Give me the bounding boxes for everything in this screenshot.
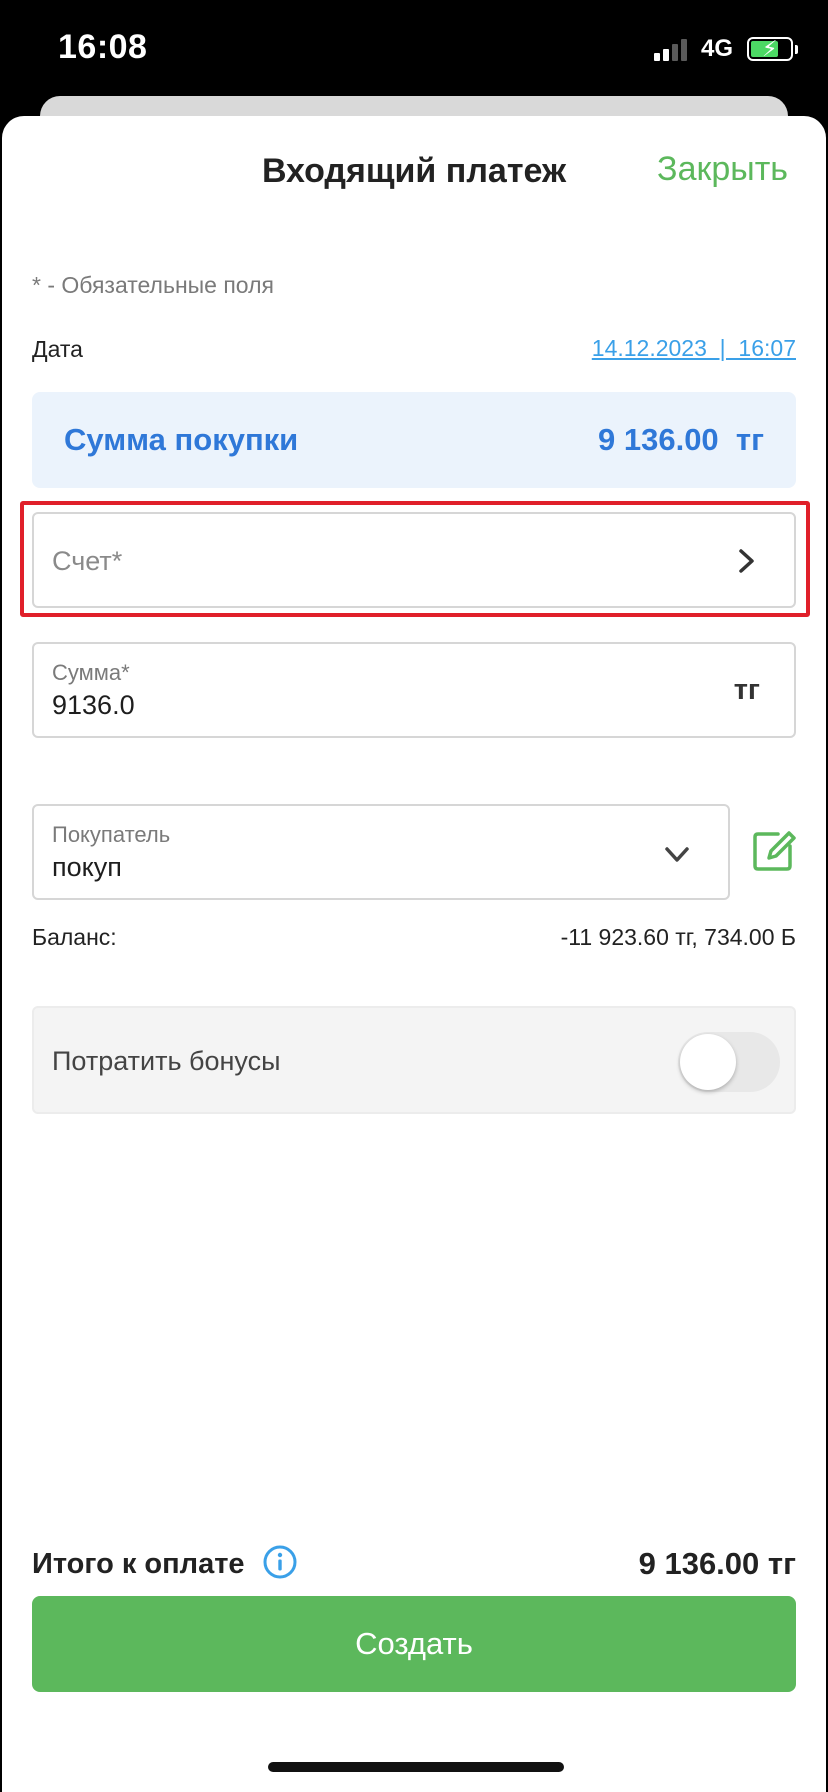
date-picker-link[interactable]: 14.12.2023 | 16:07 — [592, 335, 796, 362]
buyer-dropdown[interactable]: Покупатель покуп — [32, 804, 730, 900]
purchase-sum-label: Сумма покупки — [64, 422, 299, 457]
signal-icon — [653, 37, 687, 61]
status-icons: 4G ⚡ — [653, 34, 798, 64]
edit-buyer-icon[interactable] — [750, 826, 798, 874]
battery-charging-icon: ⚡ — [747, 36, 793, 61]
amount-value: 9136.0 — [52, 690, 135, 720]
amount-label: Сумма* — [52, 660, 130, 685]
chevron-right-icon — [739, 549, 754, 573]
account-selector[interactable]: Счет* — [32, 512, 796, 608]
balance-label: Баланс: — [32, 924, 117, 950]
create-button[interactable]: Создать — [32, 1596, 796, 1692]
date-label: Дата — [32, 336, 83, 362]
total-value: 9 136.00 тг — [638, 1546, 796, 1581]
balance-value: -11 923.60 тг, 734.00 Б — [560, 924, 796, 950]
purchase-sum-panel: Сумма покупки 9 136.00 тг — [32, 392, 796, 488]
close-button[interactable]: Закрыть — [657, 150, 788, 189]
required-fields-note: * - Обязательные поля — [32, 272, 274, 298]
spend-bonuses-label: Потратить бонусы — [52, 1046, 281, 1076]
amount-currency: тг — [733, 674, 760, 706]
info-icon[interactable] — [262, 1544, 298, 1580]
spend-bonuses-toggle[interactable] — [678, 1032, 780, 1092]
spend-bonuses-row: Потратить бонусы — [32, 1006, 796, 1114]
buyer-label: Покупатель — [52, 822, 171, 847]
purchase-sum-value: 9 136.00 тг — [598, 422, 764, 457]
buyer-value: покуп — [52, 852, 122, 882]
total-label: Итого к оплате — [32, 1548, 245, 1580]
amount-field[interactable]: Сумма* 9136.0 тг — [32, 642, 796, 738]
status-time: 16:08 — [58, 28, 148, 66]
account-placeholder: Счет* — [52, 546, 123, 576]
network-type: 4G — [700, 35, 733, 62]
status-bar: 16:08 4G ⚡ — [0, 0, 828, 100]
home-indicator[interactable] — [268, 1762, 564, 1772]
incoming-payment-sheet: Входящий платеж Закрыть * - Обязательные… — [2, 116, 826, 1792]
chevron-down-icon — [665, 847, 689, 862]
toggle-knob — [680, 1034, 736, 1090]
